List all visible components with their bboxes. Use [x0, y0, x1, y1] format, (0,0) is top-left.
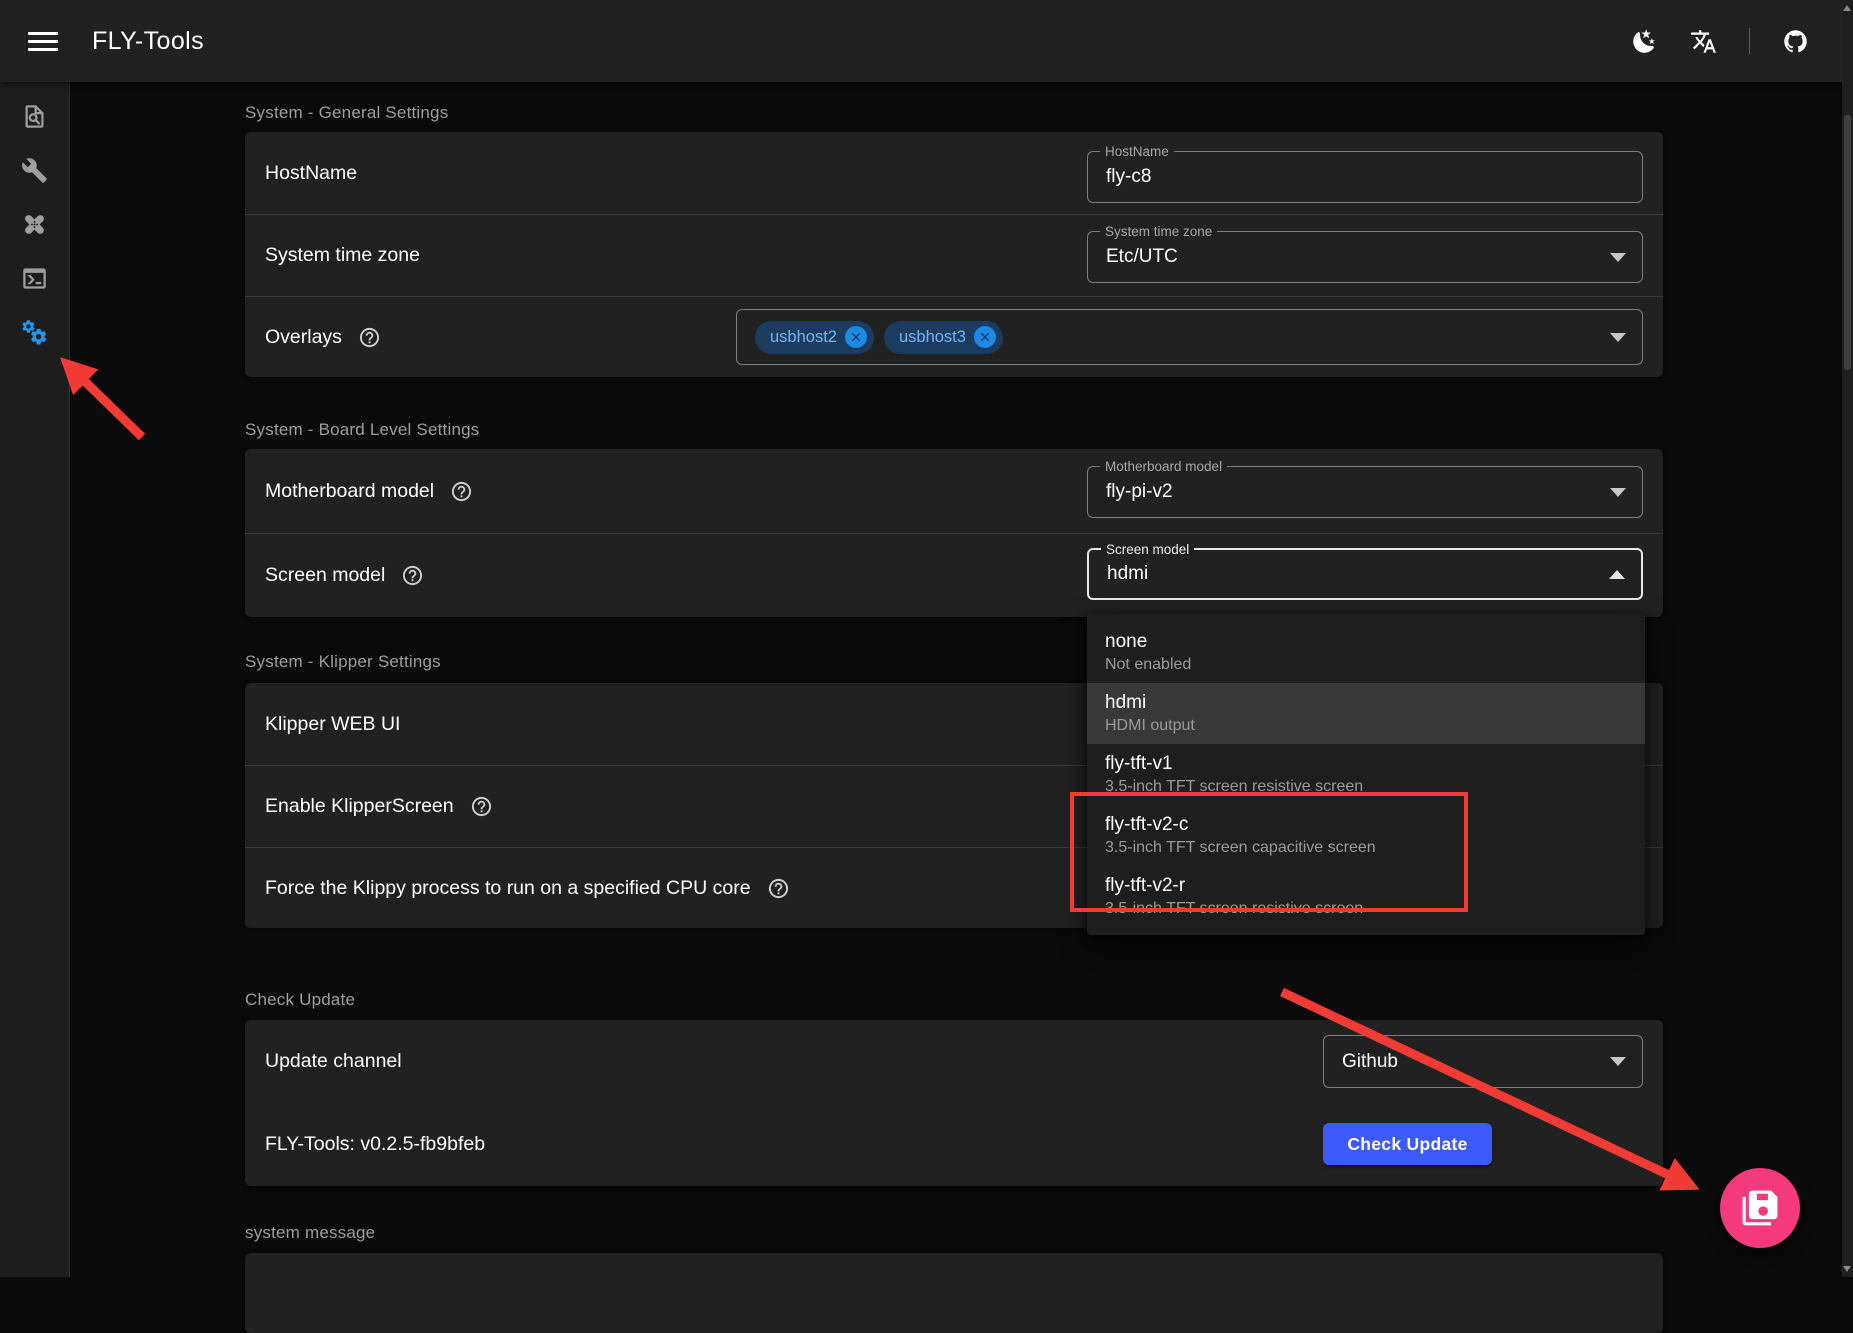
app-title: FLY-Tools — [92, 27, 204, 56]
file-search-icon — [21, 103, 48, 130]
klipperscreen-label: Enable KlipperScreen — [265, 795, 454, 818]
help-icon[interactable] — [450, 480, 473, 503]
save-all-icon — [1741, 1189, 1779, 1227]
menu-item-label: none — [1105, 631, 1627, 653]
menu-item-description: HDMI output — [1105, 717, 1627, 735]
sidebar — [0, 82, 70, 1277]
motherboard-field-label: Motherboard model — [1100, 457, 1227, 476]
app-actions — [1631, 28, 1809, 55]
hostname-field-label: HostName — [1100, 142, 1174, 161]
version-label: FLY-Tools: v0.2.5-fb9bfeb — [265, 1133, 485, 1156]
dark-mode-moon-icon[interactable] — [1631, 28, 1658, 55]
timezone-select[interactable]: System time zone Etc/UTC — [1087, 231, 1643, 283]
chip-label: usbhost2 — [770, 328, 837, 347]
section-title-general: System - General Settings — [245, 103, 448, 123]
sidebar-item-patch[interactable] — [11, 197, 59, 251]
sidebar-item-system-settings[interactable] — [11, 305, 59, 359]
update-channel-select[interactable]: Github — [1323, 1035, 1643, 1088]
section-title-system-message: system message — [245, 1223, 375, 1243]
help-icon[interactable] — [358, 326, 381, 349]
chevron-up-icon — [1609, 570, 1625, 579]
section-title-board: System - Board Level Settings — [245, 420, 479, 440]
row-update-channel: Update channel Github — [245, 1020, 1663, 1103]
help-icon[interactable] — [401, 564, 424, 587]
section-title-check-update: Check Update — [245, 990, 355, 1010]
motherboard-row-label: Motherboard model — [265, 480, 434, 503]
save-fab-button[interactable] — [1720, 1168, 1800, 1248]
update-channel-value: Github — [1342, 1051, 1398, 1073]
menu-item-description: Not enabled — [1105, 656, 1627, 674]
motherboard-select[interactable]: Motherboard model fly-pi-v2 — [1087, 466, 1643, 518]
card-check-update: Update channel Github FLY-Tools: v0.2.5-… — [245, 1020, 1663, 1186]
menu-item-label: fly-tft-v1 — [1105, 753, 1627, 775]
overlays-select[interactable]: usbhost2 usbhost3 — [736, 309, 1643, 365]
hostname-input[interactable]: HostName fly-c8 — [1087, 151, 1643, 203]
scrollbar-up-icon[interactable] — [1843, 5, 1851, 11]
card-general-settings: HostName HostName fly-c8 System time zon… — [245, 132, 1663, 377]
check-update-button[interactable]: Check Update — [1323, 1123, 1492, 1165]
row-screen-model: Screen model Screen model hdmi — [245, 533, 1663, 617]
help-icon[interactable] — [767, 877, 790, 900]
bandage-icon — [21, 211, 48, 238]
card-system-message — [245, 1253, 1663, 1333]
cogs-icon — [21, 319, 48, 346]
hostname-row-label: HostName — [265, 162, 357, 185]
menu-item-none[interactable]: none Not enabled — [1087, 622, 1645, 683]
close-icon[interactable] — [974, 326, 996, 348]
menu-icon[interactable] — [28, 27, 58, 56]
card-board-settings: Motherboard model Motherboard model fly-… — [245, 449, 1663, 617]
timezone-row-label: System time zone — [265, 244, 420, 267]
sidebar-item-console[interactable] — [11, 251, 59, 305]
section-title-klipper: System - Klipper Settings — [245, 652, 441, 672]
screen-model-select[interactable]: Screen model hdmi — [1087, 548, 1643, 600]
toolbar-divider — [1749, 28, 1750, 54]
chevron-down-icon — [1610, 333, 1626, 342]
close-icon[interactable] — [845, 326, 867, 348]
menu-item-label: hdmi — [1105, 692, 1627, 714]
screen-model-value: hdmi — [1107, 563, 1148, 585]
chip-label: usbhost3 — [899, 328, 966, 347]
klipper-webui-label: Klipper WEB UI — [265, 713, 400, 736]
motherboard-value: fly-pi-v2 — [1106, 481, 1173, 503]
screen-model-field-label: Screen model — [1101, 540, 1194, 559]
overlays-row-label: Overlays — [265, 326, 342, 349]
wrench-icon — [21, 157, 48, 184]
row-motherboard: Motherboard model Motherboard model fly-… — [245, 449, 1663, 533]
update-channel-label: Update channel — [265, 1050, 402, 1073]
menu-item-hdmi[interactable]: hdmi HDMI output — [1087, 683, 1645, 744]
timezone-field-label: System time zone — [1100, 222, 1217, 241]
scrollbar-thumb[interactable] — [1844, 115, 1851, 370]
github-icon[interactable] — [1782, 28, 1809, 55]
timezone-value: Etc/UTC — [1106, 246, 1178, 268]
scrollbar-down-icon[interactable] — [1843, 1266, 1851, 1272]
sidebar-item-file-search[interactable] — [11, 89, 59, 143]
klippy-cpu-core-label: Force the Klippy process to run on a spe… — [265, 877, 751, 900]
scrollbar[interactable] — [1842, 0, 1853, 1277]
screen-model-row-label: Screen model — [265, 564, 385, 587]
chevron-down-icon — [1610, 253, 1626, 262]
chevron-down-icon — [1610, 488, 1626, 497]
chevron-down-icon — [1610, 1057, 1626, 1066]
row-hostname: HostName HostName fly-c8 — [245, 132, 1663, 214]
row-timezone: System time zone System time zone Etc/UT… — [245, 214, 1663, 296]
row-overlays: Overlays usbhost2 usbhost3 — [245, 296, 1663, 377]
row-version: FLY-Tools: v0.2.5-fb9bfeb Check Update — [245, 1103, 1663, 1186]
overlay-chip[interactable]: usbhost3 — [884, 321, 1003, 354]
app-bar: FLY-Tools — [0, 0, 1853, 82]
help-icon[interactable] — [470, 795, 493, 818]
hostname-value: fly-c8 — [1106, 166, 1151, 188]
annotation-rectangle — [1070, 792, 1468, 912]
sidebar-item-tools[interactable] — [11, 143, 59, 197]
console-icon — [21, 265, 48, 292]
translate-icon[interactable] — [1690, 28, 1717, 55]
overlay-chip[interactable]: usbhost2 — [755, 321, 874, 354]
